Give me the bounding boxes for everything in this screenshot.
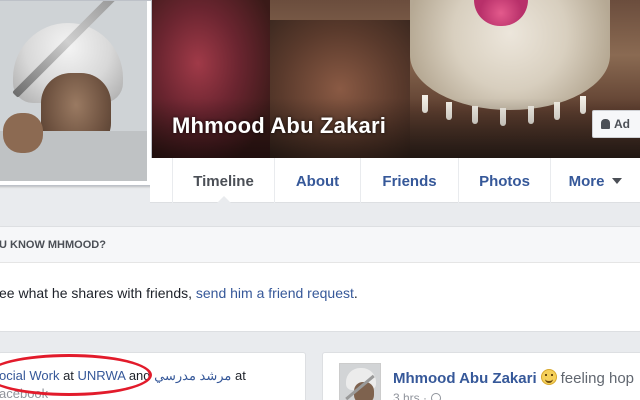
tab-photos[interactable]: Photos bbox=[458, 158, 550, 203]
add-friend-button[interactable]: Ad bbox=[592, 110, 640, 138]
tab-friends[interactable]: Friends bbox=[360, 158, 458, 203]
tab-label: Timeline bbox=[193, 173, 254, 190]
know-card: U KNOW MHMOOD? ee what he shares with fr… bbox=[0, 226, 640, 332]
smiley-icon bbox=[540, 369, 557, 385]
profile-name[interactable]: Mhmood Abu Zakari bbox=[172, 113, 386, 139]
globe-icon bbox=[431, 393, 442, 400]
tab-label: Friends bbox=[382, 173, 437, 190]
tab-label: About bbox=[295, 173, 340, 190]
avatar-hand bbox=[3, 113, 43, 153]
add-friend-icon bbox=[601, 119, 610, 129]
chevron-down-icon bbox=[612, 178, 623, 184]
tab-timeline[interactable]: Timeline bbox=[172, 158, 274, 204]
post-timestamp[interactable]: 3 hrs · bbox=[393, 391, 442, 400]
know-body: ee what he shares with friends, send him… bbox=[0, 263, 640, 301]
friend-request-link[interactable]: send him a friend request bbox=[196, 285, 354, 301]
post-avatar[interactable] bbox=[339, 363, 381, 400]
arabic-title-link[interactable]: مرشد مدرسي bbox=[154, 368, 231, 383]
tab-about[interactable]: About bbox=[274, 158, 360, 203]
profile-nav: Timeline About Friends Photos More bbox=[150, 158, 640, 204]
profile-picture[interactable] bbox=[0, 1, 147, 181]
post-header: Mhmood Abu Zakari feeling hop bbox=[393, 369, 634, 387]
post-feeling: feeling hop bbox=[560, 370, 635, 387]
post-author-link[interactable]: Mhmood Abu Zakari bbox=[393, 370, 537, 387]
tab-more[interactable]: More bbox=[550, 158, 640, 203]
know-suffix: . bbox=[353, 285, 358, 301]
profile-picture-frame[interactable] bbox=[0, 0, 152, 186]
know-heading: U KNOW MHMOOD? bbox=[0, 227, 640, 263]
post-card: Mhmood Abu Zakari feeling hop 3 hrs · bbox=[322, 352, 640, 400]
work-at2: at bbox=[231, 368, 246, 383]
tab-label: Photos bbox=[479, 173, 530, 190]
post-time-label: 3 hrs · bbox=[393, 391, 428, 400]
know-text: ee what he shares with friends, bbox=[0, 285, 196, 301]
add-friend-label: Ad bbox=[614, 117, 630, 131]
tab-label: More bbox=[568, 173, 605, 190]
profile-page: Mhmood Abu Zakari Ad Timeline About Frie… bbox=[0, 0, 640, 400]
